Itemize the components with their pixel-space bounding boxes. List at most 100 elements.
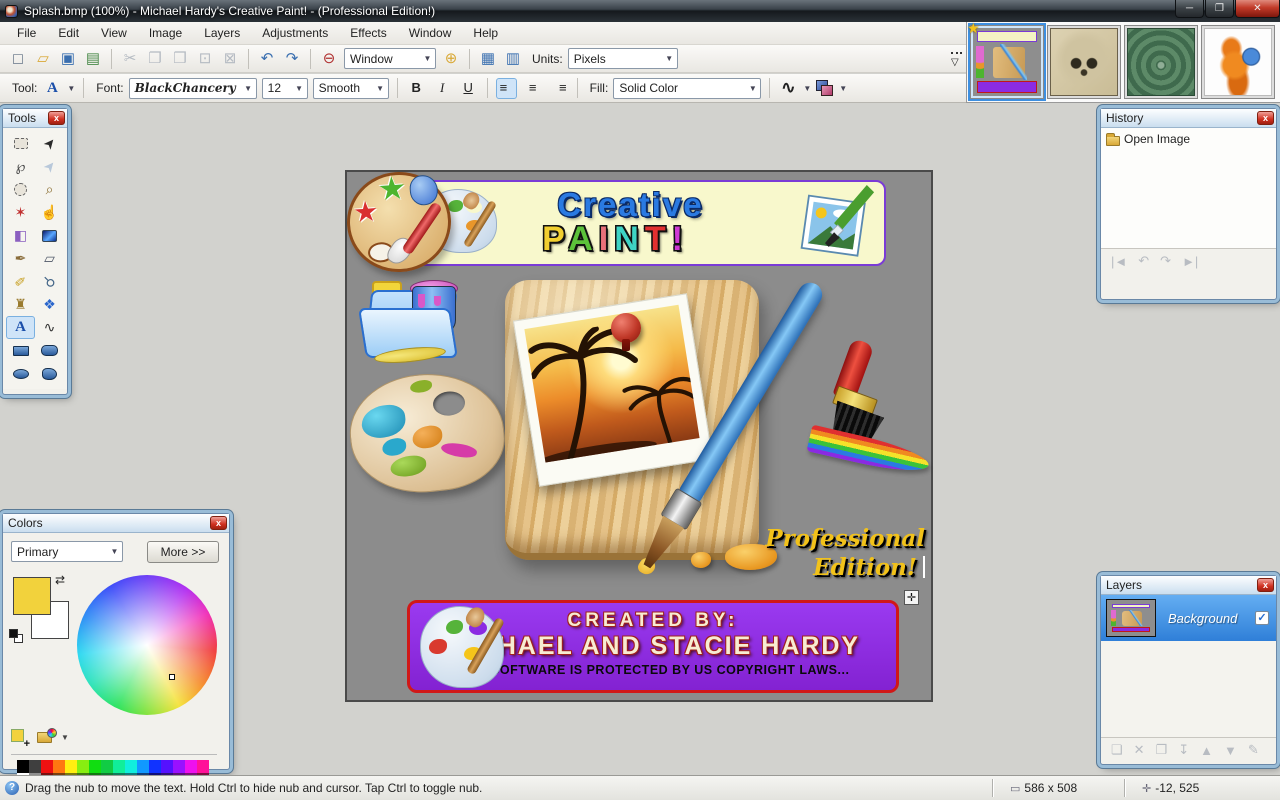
tool-rectangle-shape[interactable] [6, 339, 35, 362]
close-icon[interactable]: x [1257, 111, 1274, 125]
tool-ellipse-select[interactable] [6, 178, 35, 201]
copy-icon[interactable]: ❐ [145, 49, 165, 69]
chevron-down-icon[interactable]: ▼ [67, 84, 75, 93]
font-size-dropdown[interactable]: 12 ▼ [261, 77, 308, 99]
grid-icon[interactable]: ▦ [478, 49, 498, 69]
fill-dropdown[interactable]: Solid Color ▼ [613, 77, 762, 99]
color-swatch[interactable] [185, 760, 197, 773]
tool-eraser-tool[interactable]: ▱ [35, 247, 64, 270]
chevron-down-icon[interactable]: ▼ [803, 84, 811, 93]
color-swatch[interactable] [89, 760, 101, 773]
align-right-button[interactable]: ≡ [548, 78, 569, 99]
history-last-icon[interactable]: ►| [1182, 254, 1198, 269]
restore-button[interactable]: ❐ [1205, 0, 1234, 18]
chevron-down-icon[interactable]: ▼ [839, 84, 847, 93]
document-thumbnail-skull[interactable] [1047, 25, 1121, 99]
color-swatch[interactable] [77, 760, 89, 773]
color-swatch[interactable] [125, 760, 137, 773]
close-icon[interactable]: x [48, 111, 65, 125]
current-tool-icon[interactable]: A [42, 78, 62, 98]
open-palette-icon[interactable] [37, 728, 57, 745]
print-icon[interactable]: ▤ [83, 49, 103, 69]
save-icon[interactable]: ▣ [58, 49, 78, 69]
color-swatch[interactable] [197, 760, 209, 773]
font-dropdown[interactable]: BlackChancery ▼ [128, 77, 257, 99]
color-swatch[interactable] [149, 760, 161, 773]
tool-rounded-rectangle-shape[interactable] [35, 339, 64, 362]
underline-button[interactable]: U [458, 78, 479, 99]
canvas[interactable]: Creative PAINT! ★ ★ Professional Edition… [343, 168, 933, 702]
history-item[interactable]: Open Image [1105, 130, 1272, 148]
color-swatch[interactable] [41, 760, 53, 773]
menu-window[interactable]: Window [398, 23, 463, 43]
delete-layer-icon[interactable]: ✕ [1134, 742, 1145, 758]
paint-title[interactable]: PAINT! [407, 220, 824, 259]
document-thumbnail-fox[interactable] [1201, 25, 1275, 99]
align-center-button[interactable]: ≡ [522, 78, 543, 99]
layer-properties-icon[interactable]: ✎ [1248, 742, 1259, 758]
color-swatch[interactable] [65, 760, 77, 773]
layers-palette-title[interactable]: Layers x [1101, 576, 1276, 595]
color-swatch[interactable] [29, 760, 41, 773]
history-redo-icon[interactable]: ↷ [1160, 253, 1171, 269]
undo-icon[interactable]: ↶ [257, 49, 277, 69]
colors-palette-title[interactable]: Colors x [3, 514, 229, 533]
tool-move-tool[interactable]: ➤ [35, 132, 64, 155]
menu-adjustments[interactable]: Adjustments [251, 23, 339, 43]
units-dropdown[interactable]: Pixels ▼ [567, 48, 678, 69]
text-move-nub[interactable]: ✛ [904, 590, 919, 605]
document-thumbnail-splash[interactable]: ★ [967, 20, 1046, 101]
color-swatch[interactable] [161, 760, 173, 773]
italic-button[interactable]: I [432, 78, 453, 99]
menu-view[interactable]: View [90, 23, 138, 43]
add-swatch-icon[interactable]: + [11, 729, 30, 750]
layer-row-background[interactable]: Background ✓ [1101, 595, 1276, 641]
tool-freeform-shape[interactable] [35, 362, 64, 385]
menu-edit[interactable]: Edit [47, 23, 90, 43]
menu-file[interactable]: File [6, 23, 47, 43]
color-swatch[interactable] [113, 760, 125, 773]
paste-icon[interactable]: ❒ [170, 49, 190, 69]
color-swatch[interactable] [173, 760, 185, 773]
tool-line-curve-tool[interactable]: ∿ [35, 316, 64, 339]
crop-icon[interactable]: ⊡ [195, 49, 215, 69]
bold-button[interactable]: B [406, 78, 427, 99]
history-undo-icon[interactable]: ↶ [1138, 253, 1149, 269]
close-icon[interactable]: x [1257, 578, 1274, 592]
color-wheel-marker[interactable] [169, 674, 176, 681]
tool-brush-tool[interactable]: ✒ [6, 247, 35, 270]
duplicate-layer-icon[interactable]: ❐ [1156, 742, 1168, 758]
deselect-icon[interactable]: ⊠ [220, 49, 240, 69]
color-swatch[interactable] [101, 760, 113, 773]
tool-stamp-tool[interactable]: ♜ [6, 293, 35, 316]
tool-direct-select[interactable]: ➤ [35, 155, 64, 178]
layer-visibility-checkbox[interactable]: ✓ [1255, 611, 1269, 625]
ruler-icon[interactable]: ▥ [503, 49, 523, 69]
default-colors-icon[interactable] [9, 629, 25, 645]
tool-eyedropper-tool[interactable]: ⚲ [35, 270, 64, 293]
smoothing-dropdown[interactable]: Smooth ▼ [312, 77, 389, 99]
tool-color-replace-tool[interactable]: ❖ [35, 293, 64, 316]
tool-ellipse-shape[interactable] [6, 362, 35, 385]
tool-pencil-tool[interactable]: ✏ [6, 270, 35, 293]
tools-palette-title[interactable]: Tools x [3, 109, 67, 128]
cut-icon[interactable]: ✂ [120, 49, 140, 69]
merge-layer-down-icon[interactable]: ↧ [1178, 742, 1189, 758]
move-layer-down-icon[interactable]: ▼ [1224, 743, 1237, 758]
zoom-mode-dropdown[interactable]: Window ▼ [344, 48, 436, 69]
menu-image[interactable]: Image [138, 23, 193, 43]
add-layer-icon[interactable]: ❏ [1111, 742, 1123, 758]
open-icon[interactable]: ▱ [33, 49, 53, 69]
swap-colors-icon[interactable]: ⇄ [55, 573, 65, 587]
history-palette-title[interactable]: History x [1101, 109, 1276, 128]
color-swatch[interactable] [53, 760, 65, 773]
minimize-button[interactable]: ─ [1175, 0, 1204, 18]
tool-gradient-tool[interactable] [35, 224, 64, 247]
edition-text[interactable]: Professional Edition! [757, 524, 925, 582]
redo-icon[interactable]: ↷ [282, 49, 302, 69]
zoom-out-icon[interactable]: ⊖ [319, 49, 339, 69]
history-first-icon[interactable]: |◄ [1111, 254, 1127, 269]
toolbar-overflow-icon[interactable]: ▽ [951, 52, 964, 68]
curve-style-icon[interactable]: ∿ [778, 78, 798, 98]
color-mode-dropdown[interactable]: Primary ▼ [11, 541, 123, 562]
